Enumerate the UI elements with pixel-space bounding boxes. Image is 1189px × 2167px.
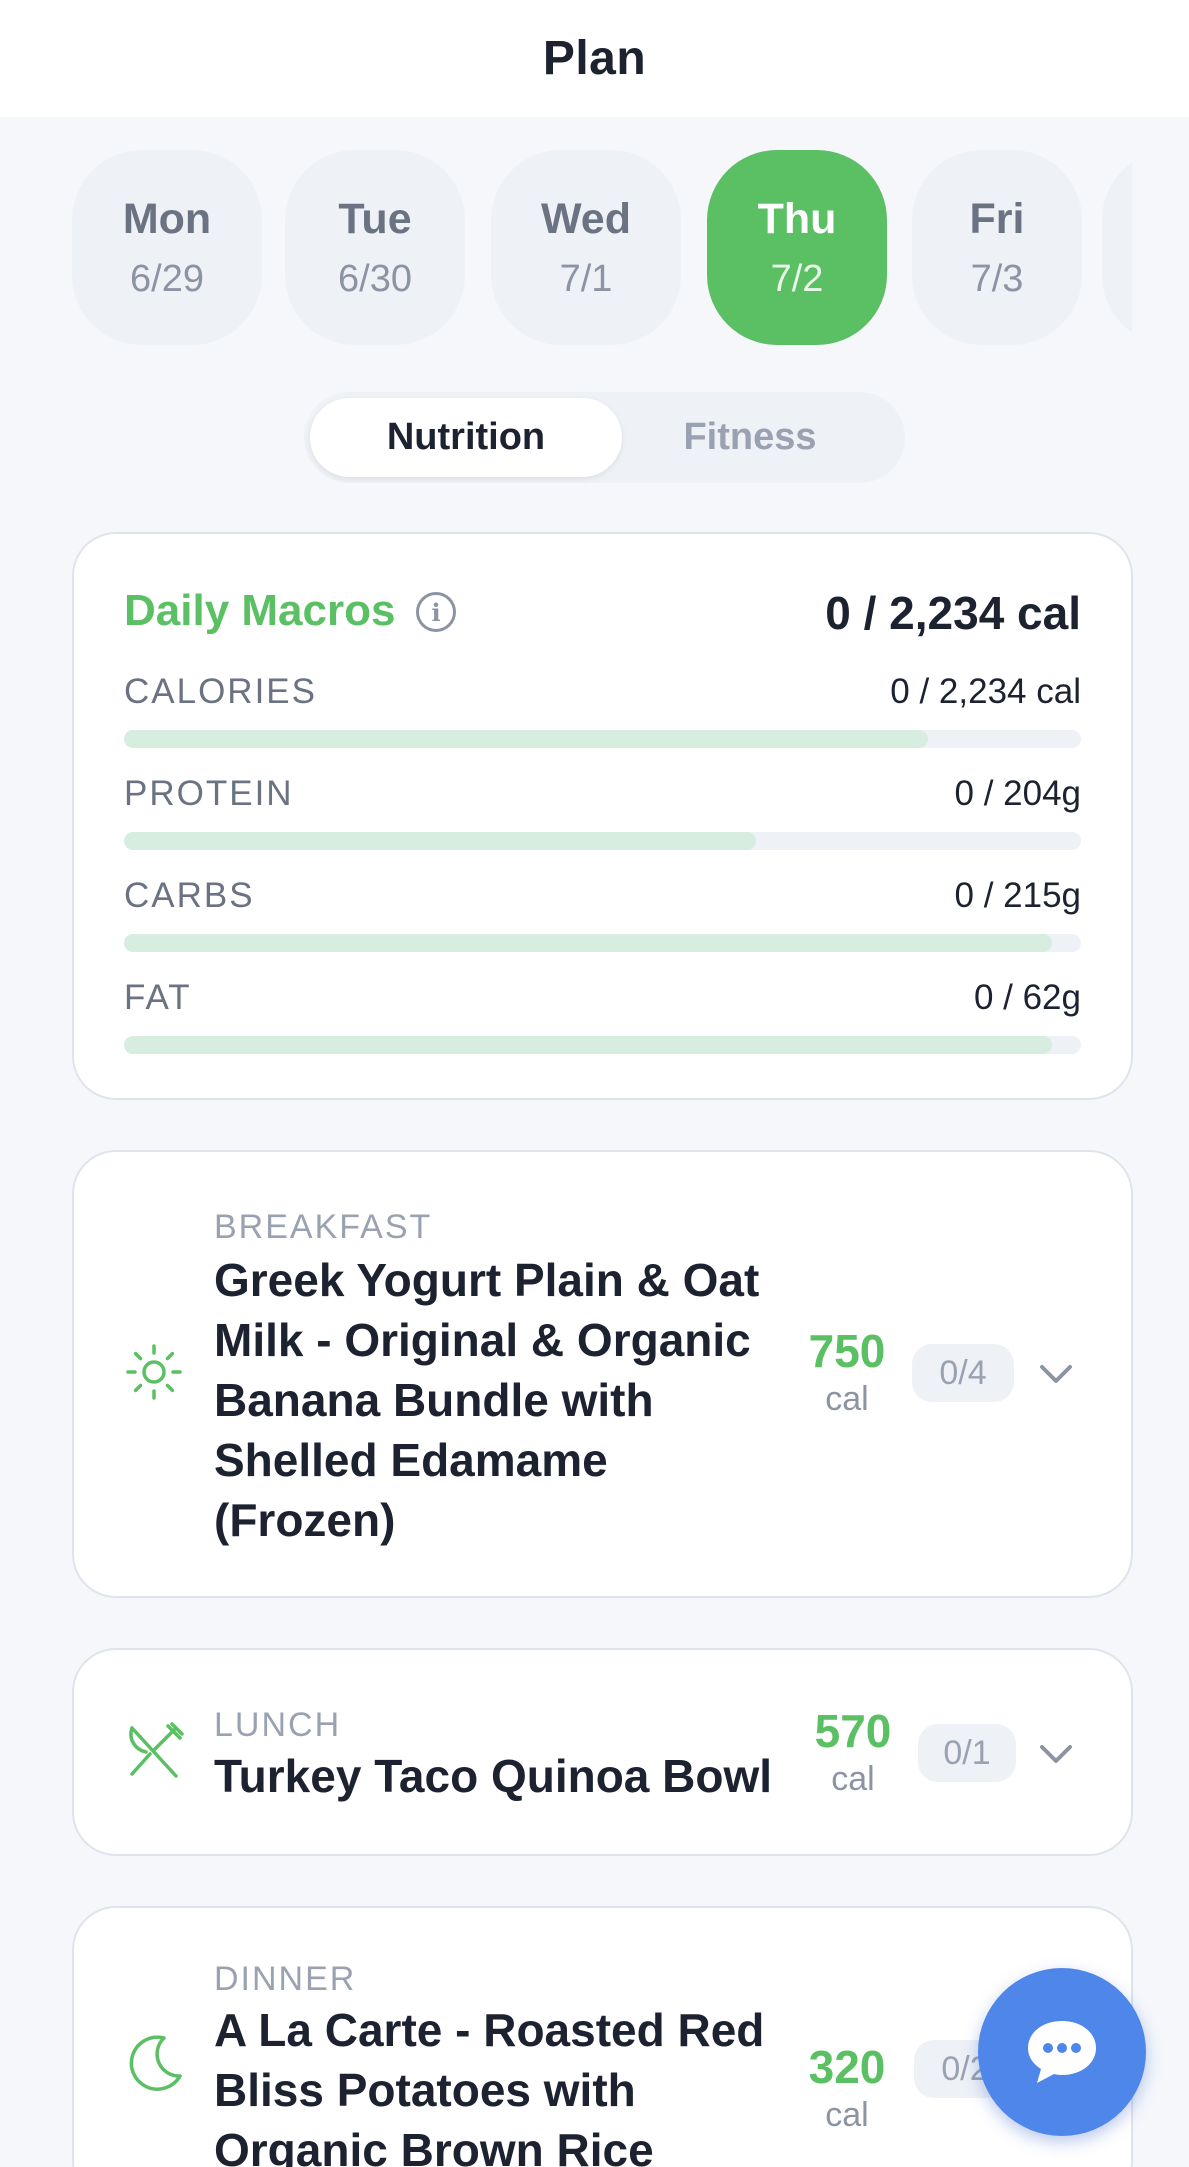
calorie-value: 320 (808, 2041, 886, 2093)
meal-name-line: Organic Brown Rice (214, 2124, 654, 2167)
meal-name: Turkey Taco Quinoa Bowl (214, 1746, 772, 1806)
calorie-unit: cal (825, 2096, 869, 2134)
chat-button[interactable] (978, 1968, 1146, 2136)
daily-macros-card: Daily Macros i 0 / 2,234 cal CALORIES 0 … (72, 532, 1133, 1100)
fork-knife-icon (129, 1722, 184, 1778)
progress-fill (124, 934, 1053, 952)
meal-name-line: A La Carte - Roasted Red (214, 2004, 765, 2056)
info-icon[interactable]: i (416, 592, 456, 632)
macro-label: CALORIES (124, 672, 317, 711)
progress-track (124, 730, 1081, 748)
macro-value: 0 / 2,234 cal (890, 672, 1081, 711)
meal-name-line: Turkey Taco Quinoa Bowl (214, 1750, 773, 1802)
moon-icon (129, 2035, 182, 2091)
tab-nutrition[interactable]: Nutrition (310, 398, 622, 477)
calorie-value: 750 (808, 1325, 886, 1377)
meal-calories: 320 cal (792, 2040, 902, 2135)
progress-fill (124, 1036, 1053, 1054)
calorie-unit: cal (831, 1760, 875, 1798)
day-name: Wed (541, 194, 631, 243)
day-name: Tue (338, 194, 412, 243)
macro-value: 0 / 215g (954, 876, 1082, 915)
day-date: 7/1 (559, 257, 613, 300)
tab-fitness[interactable]: Fitness (594, 398, 906, 477)
sun-icon (126, 1344, 182, 1400)
meal-item-count: 0/1 (918, 1724, 1016, 1782)
meal-card-dinner[interactable]: DINNER A La Carte - Roasted Red Bliss Po… (72, 1906, 1133, 2167)
meal-calories: 750 cal (792, 1324, 902, 1419)
meal-name-line: Shelled Edamame (214, 1434, 608, 1486)
day-mon[interactable]: Mon 6/29 (72, 150, 262, 345)
page-title: Plan (542, 32, 647, 85)
progress-fill (124, 730, 928, 748)
macro-row-fat: FAT 0 / 62g (124, 978, 1081, 1058)
top-bar: Plan (0, 0, 1189, 117)
day-date: 7/3 (970, 257, 1024, 300)
meal-calories: 570 cal (798, 1704, 908, 1799)
day-fri[interactable]: Fri 7/3 (912, 150, 1082, 345)
macro-label: FAT (124, 978, 192, 1017)
macros-total: 0 / 2,234 cal (825, 587, 1081, 639)
macro-label: CARBS (124, 876, 255, 915)
macros-title: Daily Macros (124, 586, 396, 635)
meal-name: Greek Yogurt Plain & Oat Milk - Original… (214, 1250, 759, 1550)
meal-name-line: Milk - Original & Organic (214, 1314, 751, 1366)
day-tue[interactable]: Tue 6/30 (285, 150, 465, 345)
macro-row-protein: PROTEIN 0 / 204g (124, 774, 1081, 854)
meal-name-line: Greek Yogurt Plain & Oat (214, 1254, 760, 1306)
chevron-down-icon[interactable] (1036, 1734, 1076, 1774)
macros-header: Daily Macros i 0 / 2,234 cal (124, 586, 1081, 644)
meal-card-lunch[interactable]: LUNCH Turkey Taco Quinoa Bowl 570 cal 0/… (72, 1648, 1133, 1856)
meal-name-line: Banana Bundle with (214, 1374, 654, 1426)
meal-type: LUNCH (214, 1706, 342, 1744)
calorie-value: 570 (814, 1705, 892, 1757)
meal-name-line: Bliss Potatoes with (214, 2064, 636, 2116)
meal-name: A La Carte - Roasted Red Bliss Potatoes … (214, 2000, 764, 2167)
day-name: Mon (122, 194, 212, 243)
day-date: 6/30 (338, 257, 412, 300)
macro-row-calories: CALORIES 0 / 2,234 cal (124, 672, 1081, 752)
chat-bubble-icon (1028, 2021, 1096, 2083)
day-next-partial[interactable] (1102, 150, 1132, 345)
progress-track (124, 832, 1081, 850)
meal-type: BREAKFAST (214, 1208, 433, 1246)
calorie-unit: cal (825, 1380, 869, 1418)
meal-card-breakfast[interactable]: BREAKFAST Greek Yogurt Plain & Oat Milk … (72, 1150, 1133, 1598)
progress-track (124, 934, 1081, 952)
macro-value: 0 / 62g (973, 978, 1081, 1017)
progress-track (124, 1036, 1081, 1054)
plan-type-toggle: Nutrition Fitness (304, 392, 905, 483)
day-wed[interactable]: Wed 7/1 (491, 150, 681, 345)
meal-type: DINNER (214, 1960, 357, 1998)
macro-label: PROTEIN (124, 774, 294, 813)
day-name: Thu (757, 194, 837, 243)
progress-fill (124, 832, 756, 850)
day-name: Fri (969, 194, 1025, 243)
meal-name-line: (Frozen) (214, 1494, 396, 1546)
day-selector: Mon 6/29 Tue 6/30 Wed 7/1 Thu 7/2 Fri 7/… (72, 150, 1132, 345)
day-date: 7/2 (770, 257, 824, 300)
chevron-down-icon[interactable] (1036, 1354, 1076, 1394)
day-thu[interactable]: Thu 7/2 (707, 150, 887, 345)
macro-value: 0 / 204g (954, 774, 1082, 813)
meal-item-count: 0/4 (912, 1344, 1014, 1402)
day-date: 6/29 (130, 257, 204, 300)
macro-row-carbs: CARBS 0 / 215g (124, 876, 1081, 956)
